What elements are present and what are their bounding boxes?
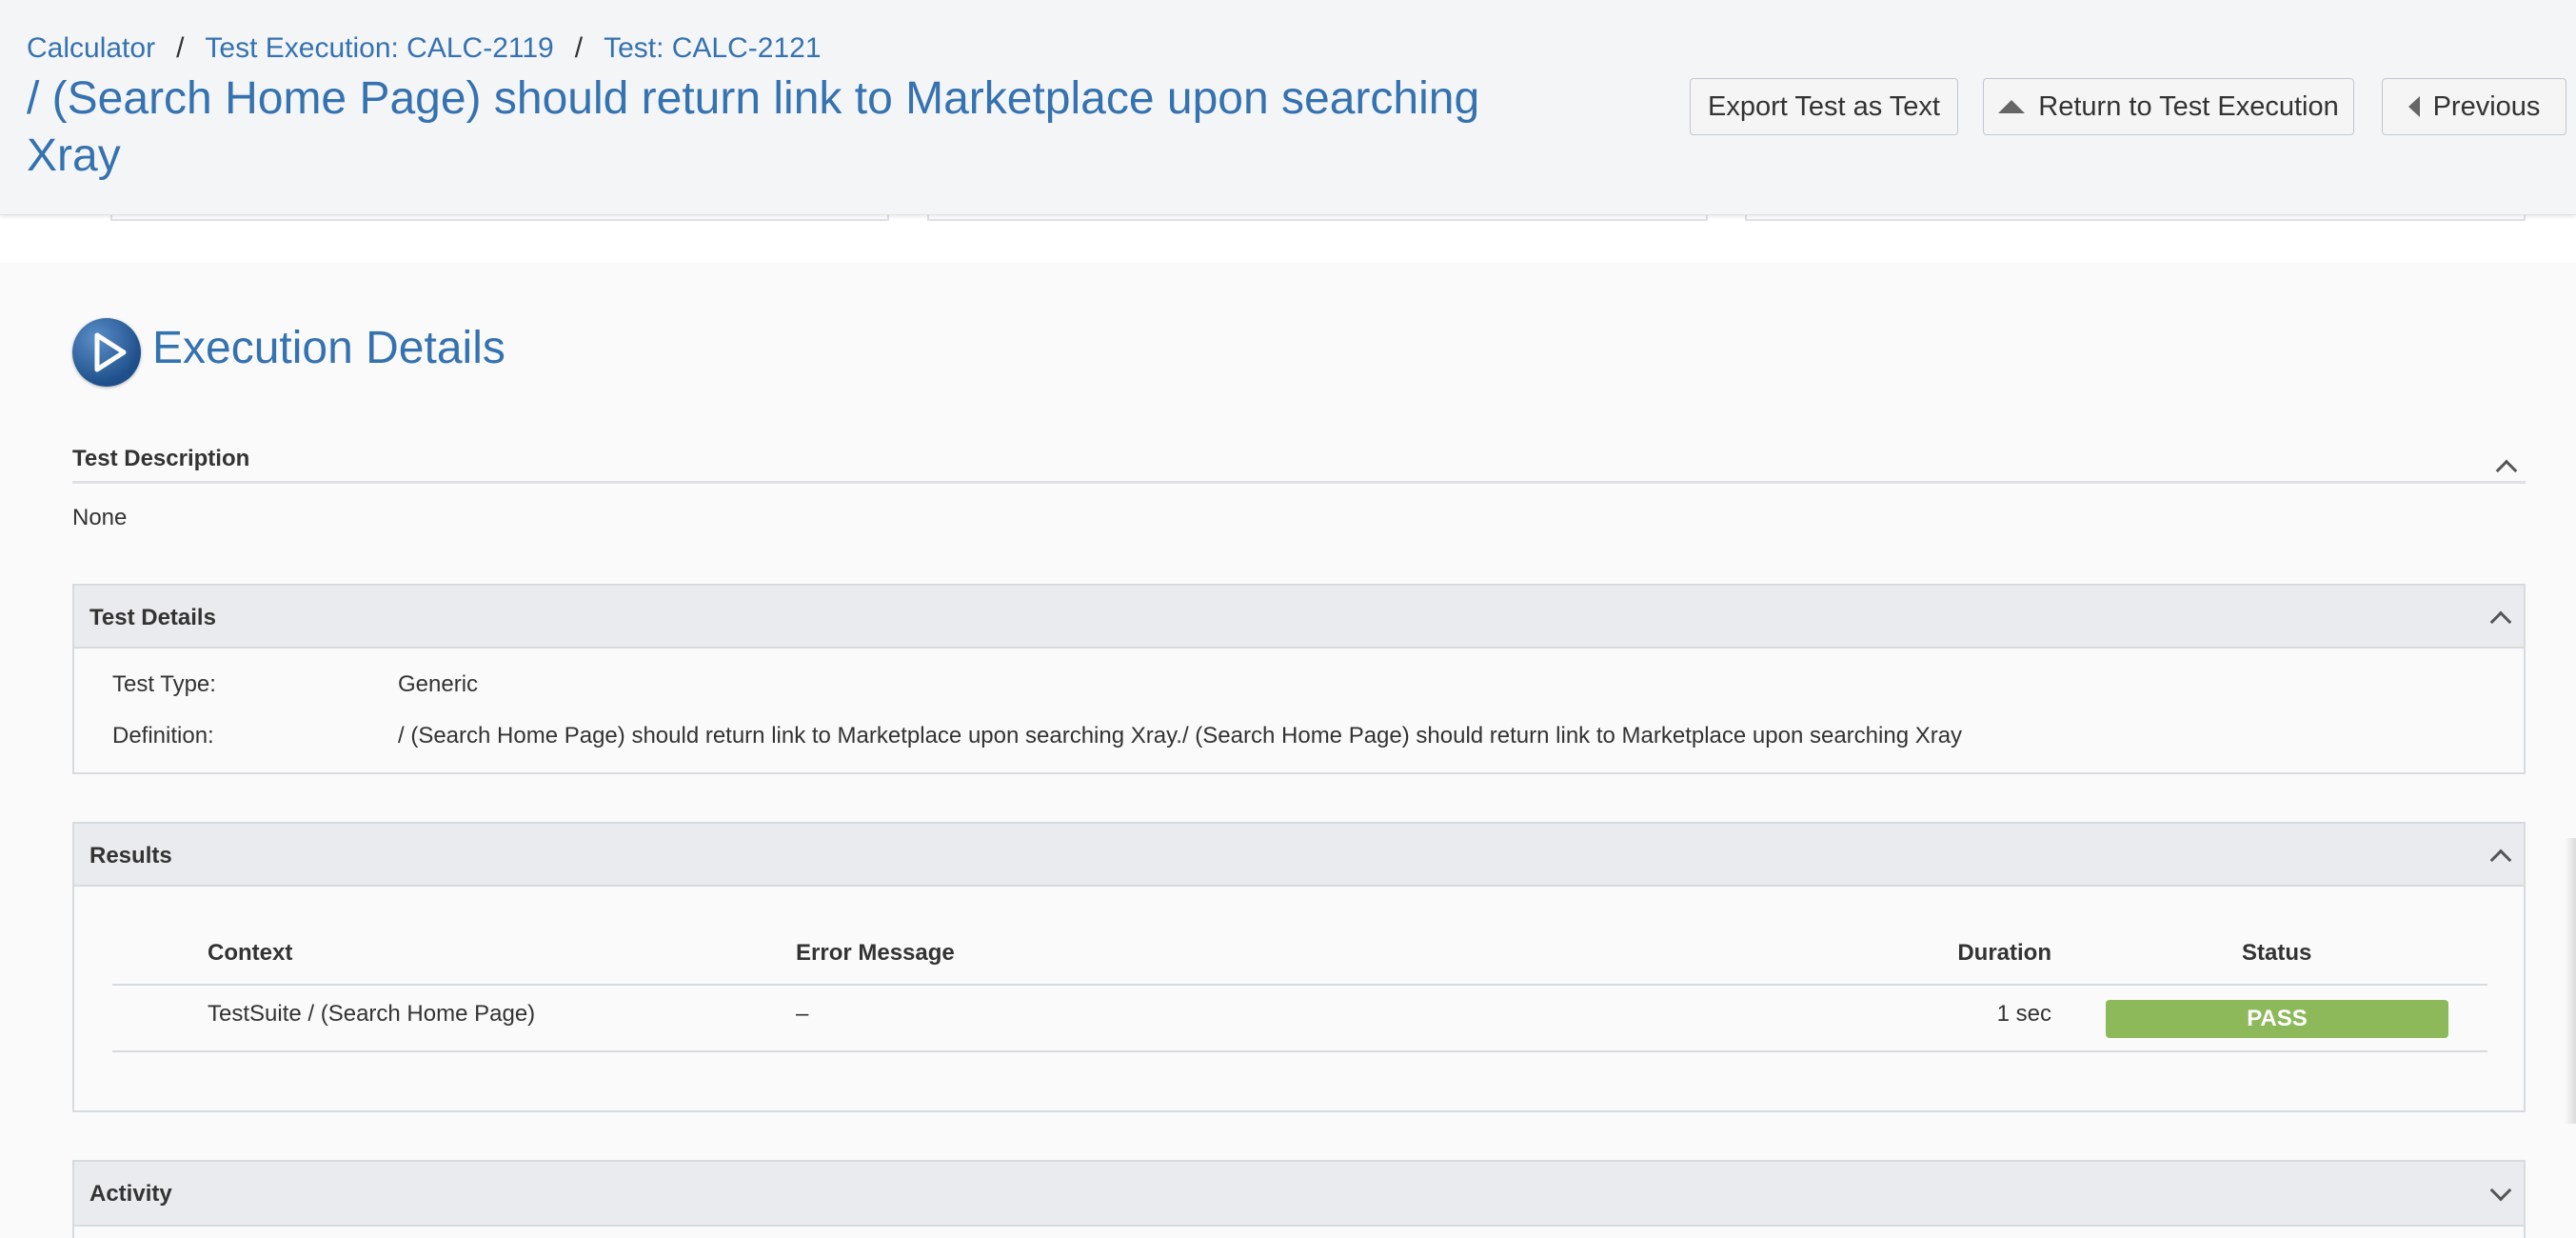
definition-value: / (Search Home Page) should return link … <box>398 723 1963 749</box>
results-header[interactable]: Results <box>74 824 2524 887</box>
page-header: Calculator / Test Execution: CALC-2119 / Tes… <box>0 0 2576 215</box>
breadcrumb: Calculator / Test Execution: CALC-2119 / Tes… <box>27 32 822 65</box>
test-type-value: Generic <box>398 671 479 697</box>
column-header-context: Context <box>208 940 293 966</box>
page-title: / (Search Home Page) should return link … <box>27 73 1480 181</box>
return-to-test-execution-button[interactable]: Return to Test Execution <box>1983 78 2354 135</box>
play-icon <box>72 318 141 387</box>
breadcrumb-separator: / <box>574 32 584 64</box>
summary-strip <box>0 215 2576 263</box>
chevron-up-icon[interactable] <box>2489 610 2512 633</box>
previous-label: Previous <box>2432 90 2541 122</box>
result-duration: 1 sec <box>1996 1001 2051 1027</box>
arrow-left-icon <box>2408 96 2420 117</box>
column-header-status: Status <box>2242 940 2312 966</box>
result-context: TestSuite / (Search Home Page) <box>208 1001 536 1027</box>
column-header-error-message: Error Message <box>796 940 955 966</box>
summary-card <box>1745 215 2526 221</box>
return-label: Return to Test Execution <box>2038 90 2339 122</box>
previous-button[interactable]: Previous <box>2382 78 2566 135</box>
test-details-header[interactable]: Test Details <box>74 586 2524 649</box>
export-test-button[interactable]: Export Test as Text <box>1690 78 1958 135</box>
results-panel: Results Context Error Message Duration S… <box>72 822 2526 1112</box>
result-error-message: – <box>796 1001 809 1027</box>
summary-card <box>110 215 889 221</box>
test-description-value: None <box>72 505 128 530</box>
test-details-label: Test Details <box>89 605 216 630</box>
breadcrumb-test[interactable]: Test: CALC-2121 <box>604 32 821 64</box>
definition-label: Definition: <box>112 723 214 749</box>
scroll-edge-shadow <box>2565 838 2576 1124</box>
chevron-down-icon[interactable] <box>2489 1179 2512 1202</box>
table-divider <box>112 1050 2487 1052</box>
breadcrumb-test-execution[interactable]: Test Execution: CALC-2119 <box>205 32 553 64</box>
status-badge: PASS <box>2106 1000 2448 1038</box>
results-label: Results <box>89 843 172 869</box>
test-type-label: Test Type: <box>112 671 216 697</box>
export-test-label: Export Test as Text <box>1708 90 1940 122</box>
arrow-up-icon <box>1998 100 2026 113</box>
breadcrumb-project[interactable]: Calculator <box>27 32 155 64</box>
breadcrumb-separator: / <box>176 32 185 64</box>
test-description-header[interactable]: Test Description <box>72 440 2526 484</box>
chevron-up-icon[interactable] <box>2489 849 2512 871</box>
activity-panel: Activity <box>72 1160 2526 1238</box>
table-divider <box>112 984 2487 986</box>
activity-header[interactable]: Activity <box>74 1162 2524 1227</box>
column-header-duration: Duration <box>1957 940 2051 966</box>
execution-details-title: Execution Details <box>152 323 505 373</box>
activity-label: Activity <box>89 1181 172 1207</box>
summary-card <box>927 215 1708 221</box>
test-details-panel: Test Details Test Type: Generic Definiti… <box>72 584 2526 774</box>
chevron-up-icon[interactable] <box>2495 459 2518 482</box>
test-description-label: Test Description <box>72 446 250 471</box>
